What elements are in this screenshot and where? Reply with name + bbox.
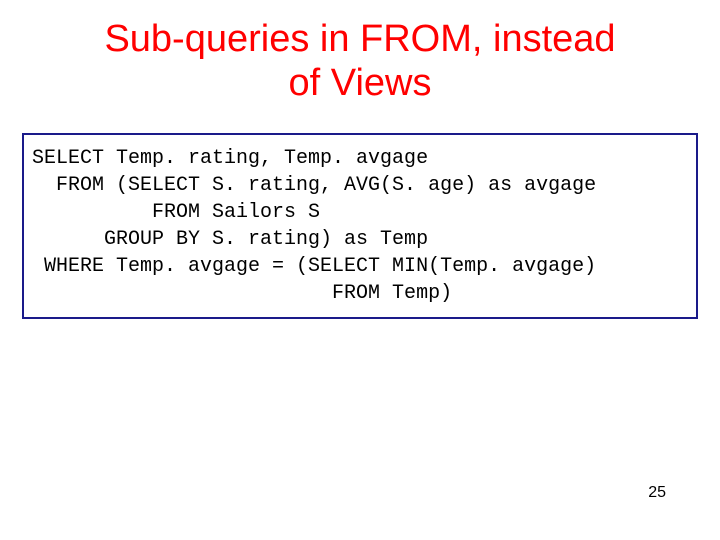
code-line-4: GROUP BY S. rating) as Temp [32,226,688,253]
page-number: 25 [648,484,666,502]
code-line-1: SELECT Temp. rating, Temp. avgage [32,145,688,172]
code-line-3: FROM Sailors S [32,199,688,226]
title-line-1: Sub-queries in FROM, instead [0,18,720,62]
code-line-6: FROM Temp) [32,280,688,307]
code-line-5: WHERE Temp. avgage = (SELECT MIN(Temp. a… [32,253,688,280]
slide: Sub-queries in FROM, instead of Views SE… [0,0,720,540]
title-line-2: of Views [0,62,720,106]
code-block: SELECT Temp. rating, Temp. avgage FROM (… [22,133,698,319]
slide-title: Sub-queries in FROM, instead of Views [0,0,720,105]
code-line-2: FROM (SELECT S. rating, AVG(S. age) as a… [32,172,688,199]
